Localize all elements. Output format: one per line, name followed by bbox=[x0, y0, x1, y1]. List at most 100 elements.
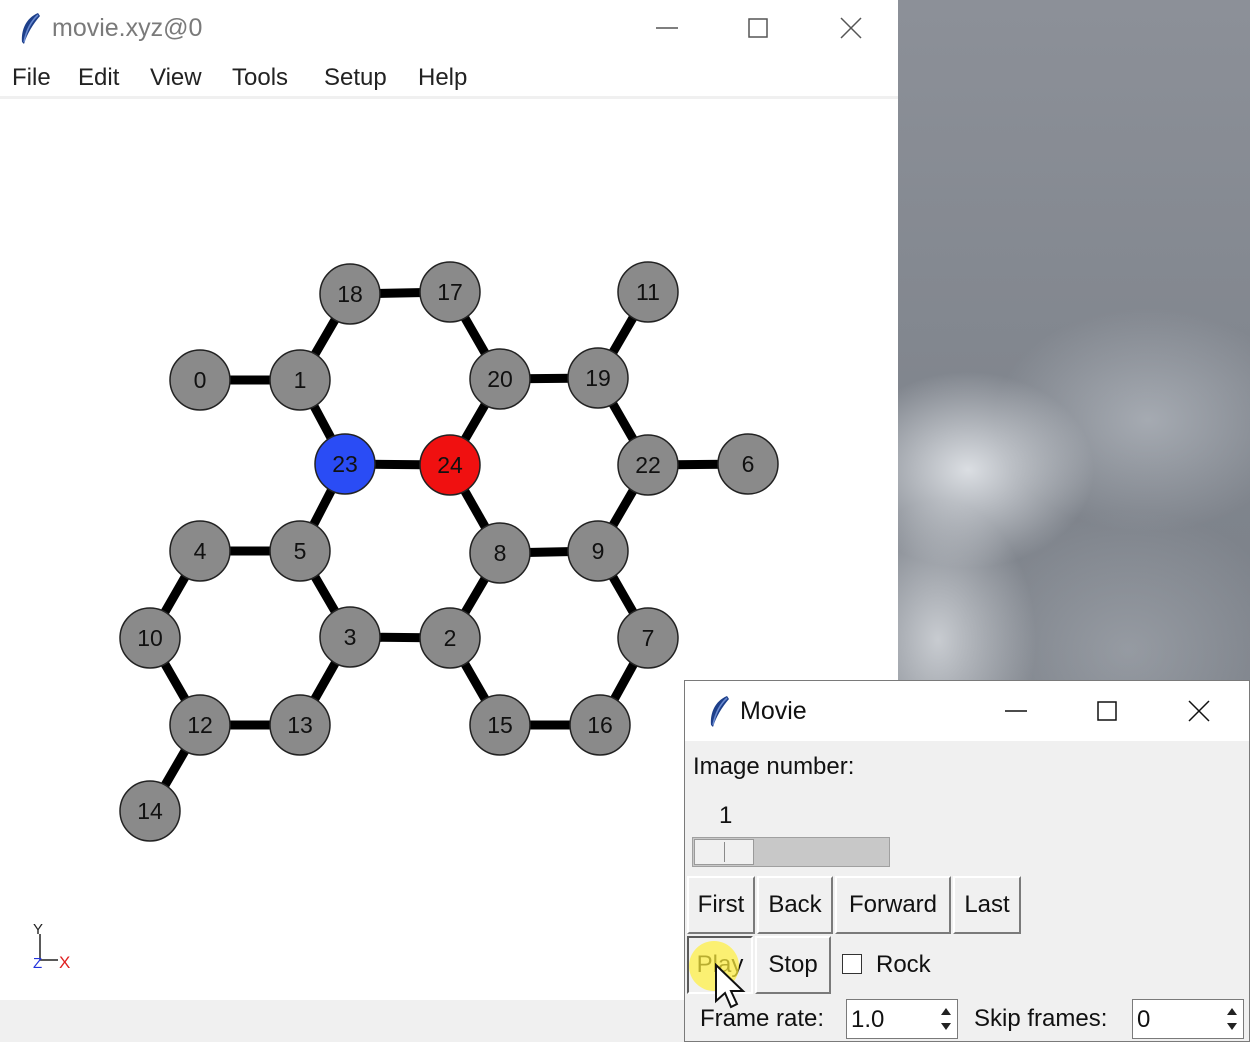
atom-label: 24 bbox=[437, 452, 463, 478]
atom-label: 12 bbox=[187, 712, 213, 738]
atom-9[interactable]: 9 bbox=[567, 520, 629, 582]
minimize-icon bbox=[1005, 710, 1027, 712]
stop-button[interactable]: Stop bbox=[755, 936, 831, 994]
image-number-value: 1 bbox=[719, 802, 733, 829]
menu-setup[interactable]: Setup bbox=[324, 64, 387, 92]
skip-frames-label: Skip frames: bbox=[974, 1005, 1108, 1032]
atom-5[interactable]: 5 bbox=[269, 520, 331, 582]
slider-thumb[interactable] bbox=[694, 839, 754, 865]
spin-arrows-icon[interactable] bbox=[1223, 1002, 1241, 1036]
image-number-label: Image number: bbox=[693, 753, 855, 780]
atom-4[interactable]: 4 bbox=[169, 520, 231, 582]
image-number-slider[interactable] bbox=[692, 837, 890, 867]
menu-tools[interactable]: Tools bbox=[232, 64, 288, 92]
atom-13[interactable]: 13 bbox=[269, 694, 331, 756]
atom-2[interactable]: 2 bbox=[419, 607, 481, 669]
atoms: 0 1234 5678 9101112 131415 16171819202223 24 bbox=[119, 261, 779, 842]
atom-14[interactable]: 14 bbox=[119, 780, 181, 842]
axis-x-label: X bbox=[59, 953, 70, 972]
rock-checkbox[interactable] bbox=[842, 954, 862, 974]
close-button[interactable] bbox=[831, 8, 871, 48]
atom-15[interactable]: 15 bbox=[469, 694, 531, 756]
skip-frames-spinbox[interactable]: 0 bbox=[1132, 999, 1244, 1039]
atom-10[interactable]: 10 bbox=[119, 607, 181, 669]
axes-indicator: Y Z X bbox=[33, 921, 70, 972]
atom-12[interactable]: 12 bbox=[169, 694, 231, 756]
atom-23[interactable]: 23 bbox=[314, 433, 376, 495]
movie-titlebar: Movie bbox=[685, 681, 1249, 741]
atom-label: 9 bbox=[592, 538, 605, 564]
atom-label: 3 bbox=[344, 624, 357, 650]
forward-button[interactable]: Forward bbox=[835, 876, 951, 934]
atom-19[interactable]: 19 bbox=[567, 347, 629, 409]
main-titlebar: movie.xyz@0 bbox=[0, 0, 898, 58]
rock-label: Rock bbox=[876, 951, 931, 978]
feather-app-icon bbox=[710, 696, 729, 727]
atom-label: 2 bbox=[444, 625, 457, 651]
close-icon bbox=[840, 17, 862, 39]
spin-arrows-icon[interactable] bbox=[937, 1002, 955, 1036]
atom-label: 20 bbox=[487, 366, 513, 392]
axis-z-label: Z bbox=[33, 955, 42, 972]
menu-edit[interactable]: Edit bbox=[78, 64, 119, 92]
feather-app-icon bbox=[21, 13, 40, 44]
atom-label: 13 bbox=[287, 712, 313, 738]
atom-label: 8 bbox=[494, 540, 507, 566]
frame-rate-label: Frame rate: bbox=[700, 1005, 825, 1032]
menu-view[interactable]: View bbox=[150, 64, 202, 92]
atom-label: 4 bbox=[194, 538, 207, 564]
atom-label: 14 bbox=[137, 798, 163, 824]
movie-minimize-button[interactable] bbox=[996, 691, 1036, 731]
atom-label: 0 bbox=[194, 367, 207, 393]
maximize-icon bbox=[1097, 701, 1117, 721]
axis-y-label: Y bbox=[33, 921, 43, 938]
maximize-button[interactable] bbox=[738, 8, 778, 48]
movie-maximize-button[interactable] bbox=[1087, 691, 1127, 731]
minimize-button[interactable] bbox=[647, 8, 687, 48]
atom-17[interactable]: 17 bbox=[419, 261, 481, 323]
atom-8[interactable]: 8 bbox=[469, 522, 531, 584]
menu-bar: File Edit View Tools Setup Help bbox=[0, 58, 898, 99]
atom-label: 15 bbox=[487, 712, 513, 738]
menu-file[interactable]: File bbox=[12, 64, 51, 92]
menu-help[interactable]: Help bbox=[418, 64, 467, 92]
atom-label: 11 bbox=[636, 279, 660, 305]
movie-dialog: Movie Image number: 1 First Back Forward… bbox=[684, 680, 1250, 1042]
atom-1[interactable]: 1 bbox=[269, 349, 331, 411]
atom-16[interactable]: 16 bbox=[569, 694, 631, 756]
first-button[interactable]: First bbox=[687, 876, 755, 934]
atom-20[interactable]: 20 bbox=[469, 348, 531, 410]
minimize-icon bbox=[656, 27, 678, 29]
back-button[interactable]: Back bbox=[757, 876, 833, 934]
atom-label: 16 bbox=[587, 712, 613, 738]
close-icon bbox=[1188, 700, 1210, 722]
window-title: movie.xyz@0 bbox=[52, 14, 203, 42]
atom-label: 23 bbox=[332, 451, 358, 477]
movie-close-button[interactable] bbox=[1179, 691, 1219, 731]
atom-3[interactable]: 3 bbox=[319, 606, 381, 668]
atom-label: 1 bbox=[294, 367, 307, 393]
atom-18[interactable]: 18 bbox=[319, 263, 381, 325]
atom-label: 22 bbox=[635, 452, 661, 478]
play-button[interactable]: Play bbox=[687, 936, 753, 994]
atom-11[interactable]: 11 bbox=[617, 261, 679, 323]
atom-label: 10 bbox=[137, 625, 163, 651]
atom-label: 18 bbox=[337, 281, 363, 307]
atom-label: 5 bbox=[294, 538, 307, 564]
frame-rate-value: 1.0 bbox=[851, 1006, 885, 1033]
atom-22[interactable]: 22 bbox=[617, 434, 679, 496]
bonds bbox=[146, 287, 749, 814]
maximize-icon bbox=[748, 18, 768, 38]
skip-frames-value: 0 bbox=[1137, 1006, 1151, 1033]
atom-label: 6 bbox=[742, 451, 755, 477]
atom-0[interactable]: 0 bbox=[169, 349, 231, 411]
frame-rate-spinbox[interactable]: 1.0 bbox=[846, 999, 958, 1039]
last-button[interactable]: Last bbox=[953, 876, 1021, 934]
atom-7[interactable]: 7 bbox=[617, 607, 679, 669]
atom-6[interactable]: 6 bbox=[717, 433, 779, 495]
atom-label: 19 bbox=[585, 365, 611, 391]
atom-label: 17 bbox=[437, 279, 463, 305]
movie-dialog-title: Movie bbox=[740, 697, 807, 725]
atom-label: 7 bbox=[642, 625, 655, 651]
atom-24[interactable]: 24 bbox=[419, 434, 481, 496]
